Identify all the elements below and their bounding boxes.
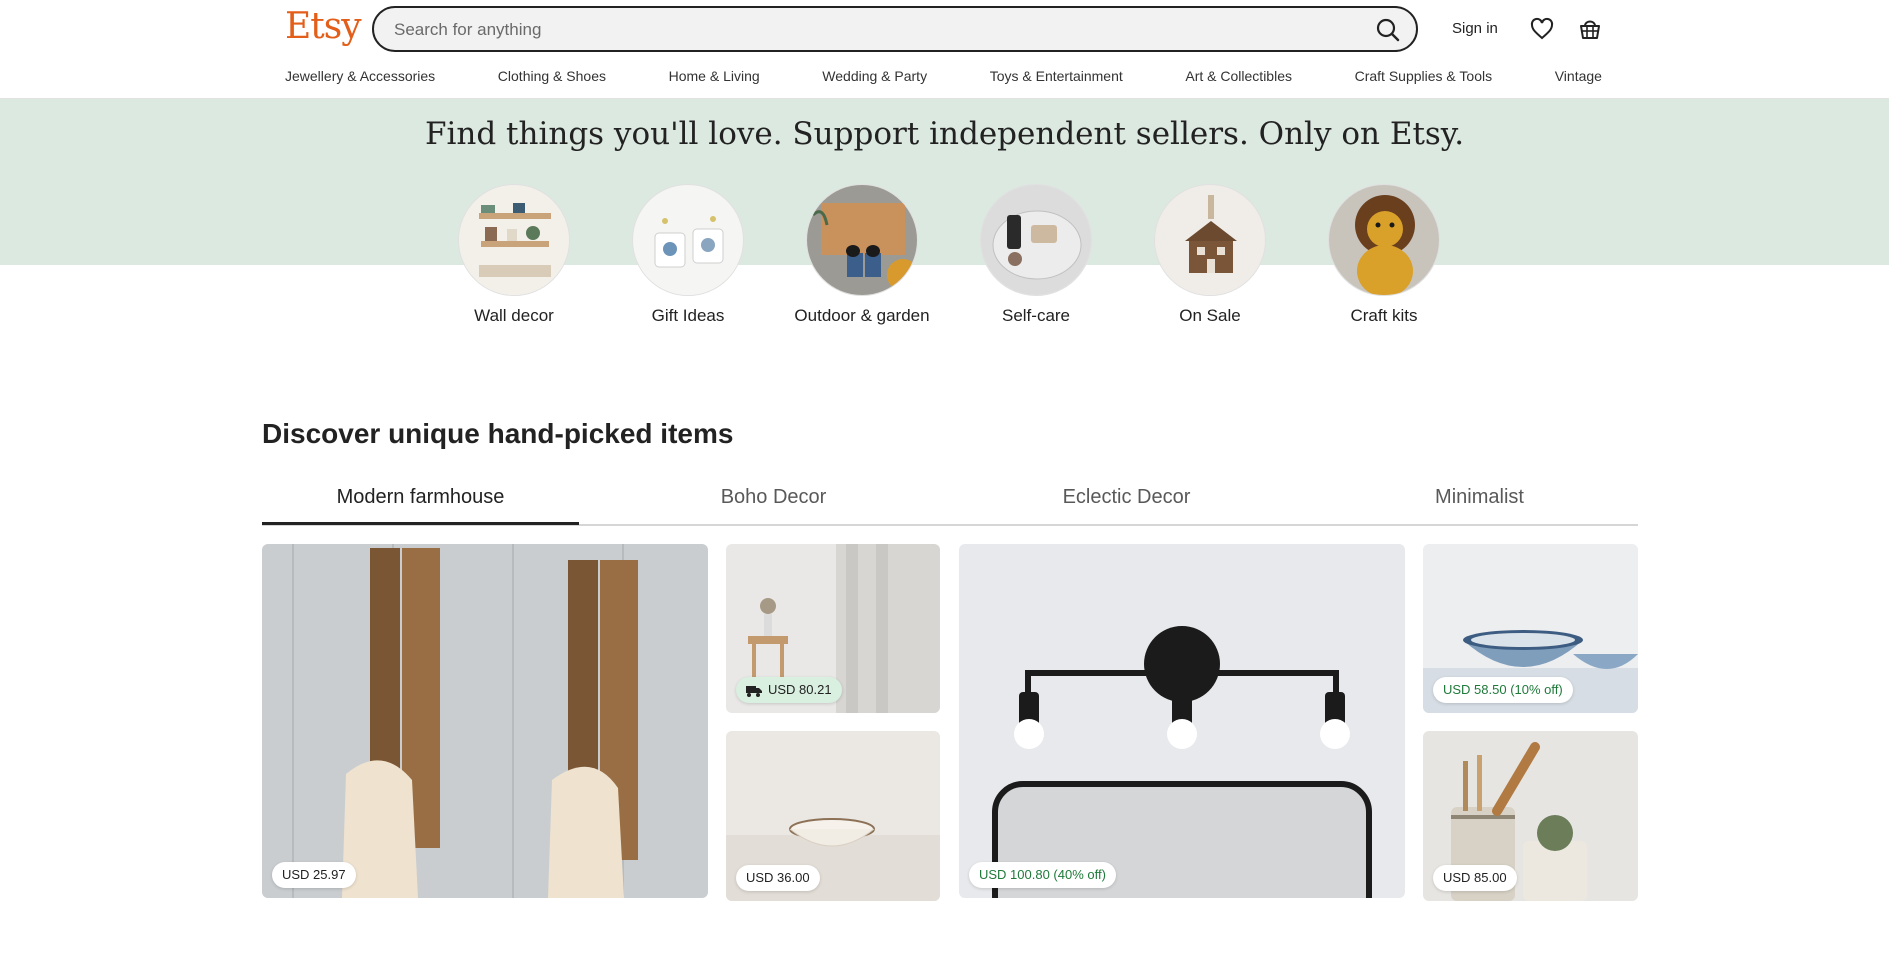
category-image xyxy=(1328,184,1440,296)
category-image xyxy=(980,184,1092,296)
search-input[interactable] xyxy=(392,8,1356,52)
search-bar[interactable] xyxy=(372,6,1418,52)
listing-image xyxy=(262,544,708,898)
basket-icon xyxy=(1580,20,1600,39)
category-outdoor-garden[interactable]: Outdoor & garden xyxy=(787,184,937,326)
listing-card[interactable]: USD 25.97 xyxy=(262,544,708,898)
price-badge: USD 100.80 (40% off) xyxy=(969,862,1116,888)
tab-boho-decor[interactable]: Boho Decor xyxy=(615,486,932,509)
truck-icon xyxy=(746,685,762,697)
category-self-care[interactable]: Self-care xyxy=(961,184,1111,326)
price-text: USD 80.21 xyxy=(768,682,832,697)
nav-item-vintage[interactable]: Vintage xyxy=(1555,68,1602,90)
category-label: Self-care xyxy=(1001,306,1071,325)
nav-item-craft-supplies[interactable]: Craft Supplies & Tools xyxy=(1355,68,1492,90)
price-badge: USD 25.97 xyxy=(272,862,356,888)
nav-item-wedding-party[interactable]: Wedding & Party xyxy=(822,68,927,90)
category-wall-decor[interactable]: Wall decor xyxy=(439,184,589,326)
nav-item-home-living[interactable]: Home & Living xyxy=(669,68,760,90)
tab-modern-farmhouse[interactable]: Modern farmhouse xyxy=(262,486,579,509)
category-label: Wall decor xyxy=(474,306,554,325)
hero-title: Find things you'll love. Support indepen… xyxy=(424,116,1465,152)
listing-image xyxy=(959,544,1405,898)
listing-card[interactable]: USD 36.00 xyxy=(726,731,940,901)
listing-card[interactable]: USD 100.80 (40% off) xyxy=(959,544,1405,898)
search-icon xyxy=(1376,18,1400,42)
category-image xyxy=(632,184,744,296)
category-nav: Jewellery & Accessories Clothing & Shoes… xyxy=(285,68,1602,90)
price-badge: USD 85.00 xyxy=(1433,865,1517,891)
category-label: Gift Ideas xyxy=(651,306,725,325)
nav-item-clothing[interactable]: Clothing & Shoes xyxy=(498,68,606,90)
price-badge: USD 58.50 (10% off) xyxy=(1433,677,1573,703)
listing-card[interactable]: USD 85.00 xyxy=(1423,731,1638,901)
heart-icon xyxy=(1530,17,1554,40)
price-badge: USD 36.00 xyxy=(736,865,820,891)
search-button[interactable] xyxy=(1374,16,1402,44)
nav-item-jewellery[interactable]: Jewellery & Accessories xyxy=(285,68,435,90)
sign-in-link[interactable]: Sign in xyxy=(1452,20,1498,37)
section-title: Discover unique hand-picked items xyxy=(262,418,734,449)
category-label: Craft kits xyxy=(1350,306,1418,325)
category-image xyxy=(458,184,570,296)
site-header: Etsy Sign in Jewellery & Accessories Clo… xyxy=(0,0,1889,99)
category-label: Outdoor & garden xyxy=(794,306,930,325)
category-gift-ideas[interactable]: Gift Ideas xyxy=(613,184,763,326)
cart-button[interactable] xyxy=(1577,16,1603,42)
listing-card[interactable]: USD 58.50 (10% off) xyxy=(1423,544,1638,713)
favorites-button[interactable] xyxy=(1529,16,1555,42)
listing-card[interactable]: USD 80.21 xyxy=(726,544,940,713)
category-craft-kits[interactable]: Craft kits xyxy=(1309,184,1459,326)
category-image xyxy=(1154,184,1266,296)
category-on-sale[interactable]: On Sale xyxy=(1135,184,1285,326)
active-tab-indicator xyxy=(262,522,579,525)
style-tabs: Modern farmhouse Boho Decor Eclectic Dec… xyxy=(262,478,1638,526)
tab-eclectic-decor[interactable]: Eclectic Decor xyxy=(968,486,1285,509)
nav-item-art[interactable]: Art & Collectibles xyxy=(1185,68,1292,90)
category-label: On Sale xyxy=(1179,306,1241,325)
price-badge: USD 80.21 xyxy=(736,677,842,703)
category-image xyxy=(806,184,918,296)
etsy-logo[interactable]: Etsy xyxy=(285,6,362,47)
tab-minimalist[interactable]: Minimalist xyxy=(1321,486,1638,509)
nav-item-toys[interactable]: Toys & Entertainment xyxy=(990,68,1123,90)
